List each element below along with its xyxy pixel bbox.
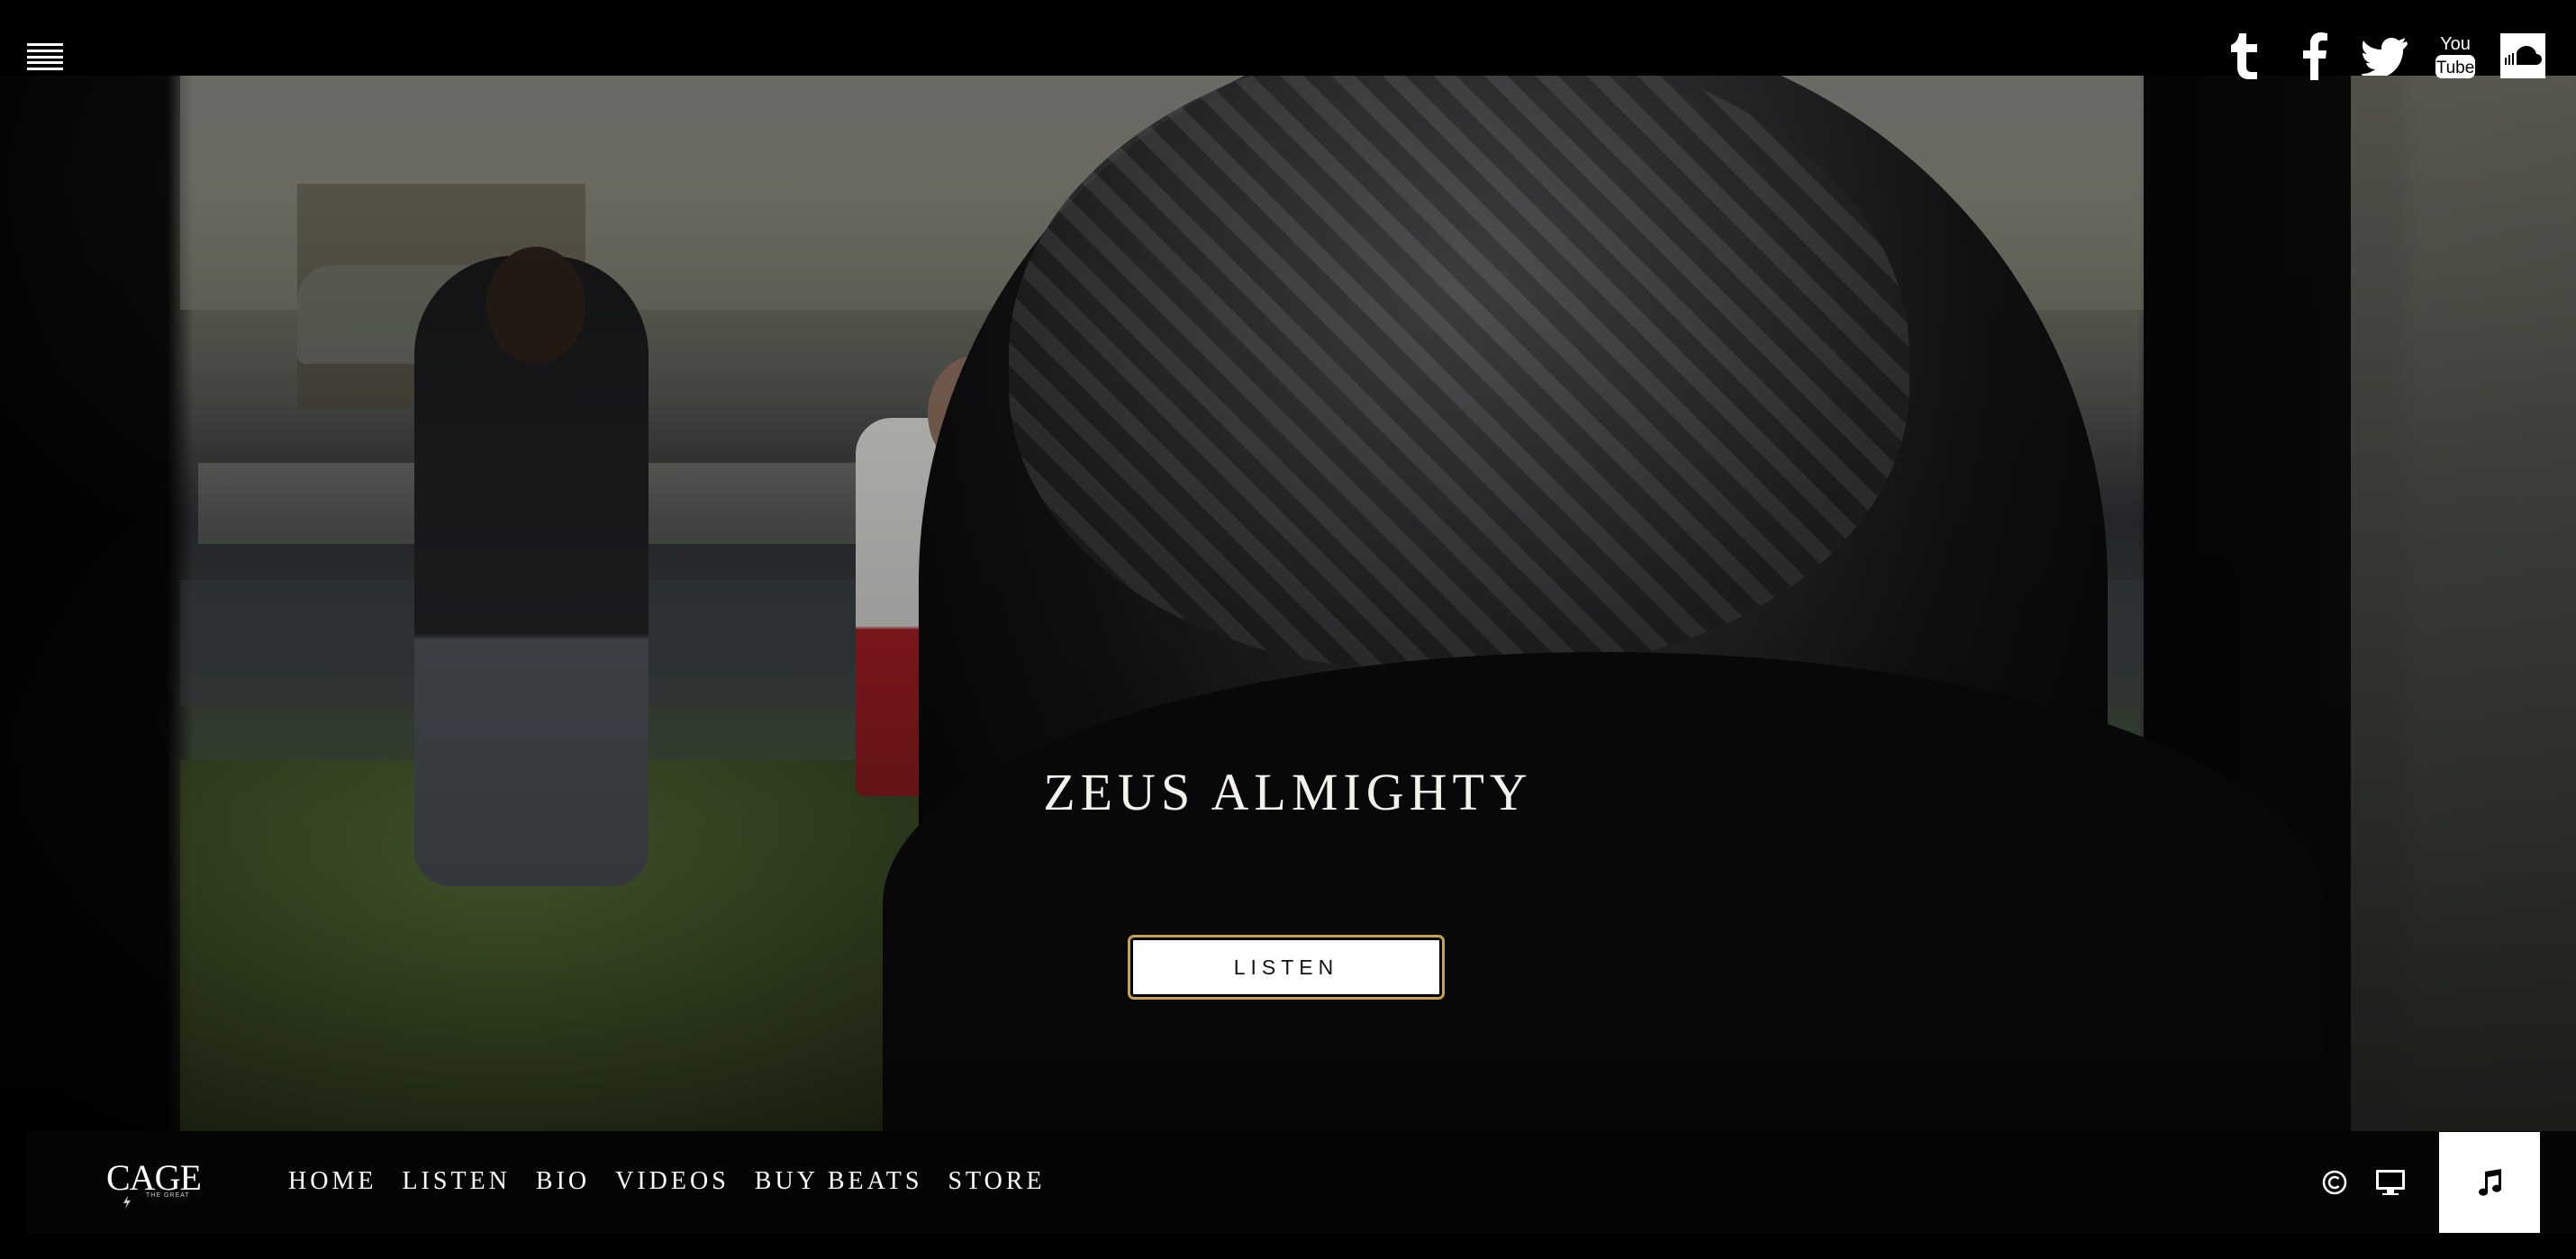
bottom-nav-inner: CAGE THE GREAT HOME LISTEN BIO VIDEOS BU… [27, 1131, 2576, 1234]
copyright-icon[interactable] [2317, 1164, 2353, 1200]
nav-item-home[interactable]: HOME [288, 1167, 376, 1196]
svg-text:Tube: Tube [2436, 59, 2475, 77]
music-note-icon [2479, 1169, 2501, 1196]
social-links: You Tube [2200, 31, 2545, 81]
twitter-icon[interactable] [2360, 31, 2410, 81]
menu-icon[interactable] [27, 43, 63, 70]
lightning-icon [123, 1196, 131, 1209]
tumblr-icon[interactable] [2219, 31, 2270, 81]
youtube-icon[interactable]: You Tube [2430, 31, 2481, 81]
music-player-button[interactable] [2439, 1132, 2540, 1233]
svg-text:You: You [2440, 34, 2471, 54]
nav-item-buy-beats[interactable]: BUY BEATS [755, 1167, 923, 1196]
nav-item-bio[interactable]: BIO [536, 1167, 590, 1196]
nav-item-store[interactable]: STORE [948, 1167, 1045, 1196]
nav-item-videos[interactable]: VIDEOS [615, 1167, 730, 1196]
top-bar: You Tube [0, 0, 2576, 80]
listen-button[interactable]: LISTEN [1128, 935, 1445, 1000]
nav-item-listen[interactable]: LISTEN [402, 1167, 510, 1196]
monitor-icon[interactable] [2372, 1164, 2408, 1200]
bottom-tools [2317, 1131, 2540, 1234]
facebook-icon[interactable] [2290, 31, 2340, 81]
main-nav: HOME LISTEN BIO VIDEOS BUY BEATS STORE [288, 1167, 1071, 1196]
hero-title: ZEUS ALMIGHTY [1043, 763, 1533, 821]
site-logo[interactable]: CAGE THE GREAT [106, 1158, 202, 1209]
soundcloud-icon[interactable] [2500, 33, 2545, 78]
bottom-nav-bar: CAGE THE GREAT HOME LISTEN BIO VIDEOS BU… [0, 1131, 2576, 1259]
logo-subtitle: THE GREAT [146, 1192, 190, 1199]
